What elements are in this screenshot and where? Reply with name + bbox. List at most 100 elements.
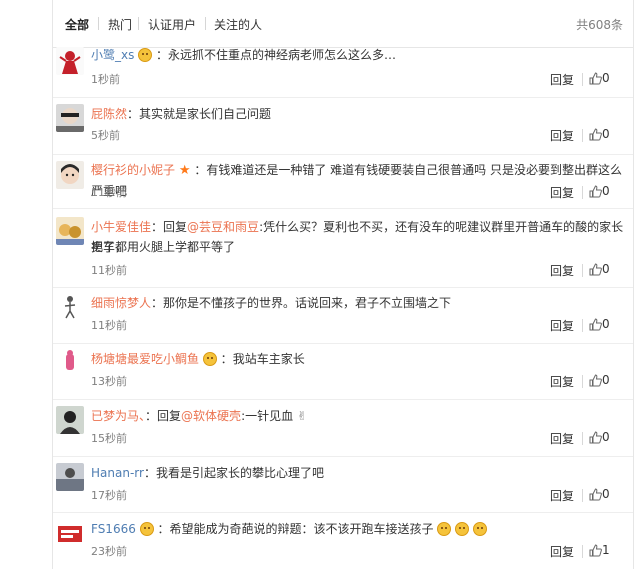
- comment-item: Hanan-rr：我看是引起家长的攀比心理了吧 17秒前 回复 0: [53, 456, 633, 513]
- username[interactable]: 杨塘塘最爱吃小鲷鱼: [91, 352, 199, 366]
- like-button[interactable]: 0: [589, 262, 615, 276]
- like-count: 0: [602, 71, 610, 85]
- smiley-emoji-icon: [455, 522, 470, 536]
- reply-button[interactable]: 回复: [550, 262, 574, 279]
- colon: ：: [194, 163, 207, 177]
- avatar[interactable]: [56, 161, 84, 189]
- comment-time: 1秒前: [91, 73, 120, 86]
- comment-time: 13秒前: [91, 375, 127, 388]
- username[interactable]: 樱行衫的小妮子: [91, 163, 175, 177]
- reply-button[interactable]: 回复: [550, 127, 574, 144]
- comment-text: 那你是不懂孩子的世界。话说回来，君子不立围墙之下: [163, 296, 452, 310]
- comment-item: FS1666 ：希望能成为奇葩说的辩题：该不该开跑车接送孩子 23秒前 回复 1: [53, 512, 633, 569]
- like-count: 0: [602, 317, 610, 331]
- reply-button[interactable]: 回复: [550, 71, 574, 88]
- like-count: 0: [602, 430, 610, 444]
- colon: ：: [220, 352, 233, 366]
- avatar[interactable]: [56, 292, 84, 320]
- like-button[interactable]: 0: [589, 430, 615, 444]
- tab-hot[interactable]: 热门: [108, 16, 132, 33]
- vip-badge-icon: [202, 352, 217, 366]
- username[interactable]: 细雨惊梦人: [91, 296, 151, 310]
- username[interactable]: 小鹭_xs: [91, 48, 134, 62]
- like-button[interactable]: 0: [589, 184, 615, 198]
- comment-item: 樱行衫的小妮子 ★ ：有钱难道还是一种错了 难道有钱硬要装自己很普通吗 只是没必…: [53, 154, 633, 209]
- reply-button[interactable]: 回复: [550, 317, 574, 334]
- thumbs-up-icon: [589, 431, 602, 444]
- colon: ：: [143, 466, 156, 480]
- thumbs-up-icon: [589, 318, 602, 331]
- thumbs-up-icon: [589, 544, 602, 557]
- tab-all[interactable]: 全部: [65, 16, 89, 33]
- comment-time: 15秒前: [91, 432, 127, 445]
- comment-text: 我看是引起家长的攀比心理了吧: [155, 466, 324, 480]
- reply-button[interactable]: 回复: [550, 430, 574, 447]
- like-button[interactable]: 0: [589, 373, 615, 387]
- thumbs-up-emoji-icon: ✌: [296, 409, 307, 423]
- comment-text: 其实就是家长们自己问题: [139, 107, 272, 121]
- mention-link[interactable]: @芸豆和雨豆: [187, 220, 259, 234]
- username[interactable]: Hanan-rr: [91, 466, 144, 480]
- like-count: 0: [602, 262, 610, 276]
- comment-item: 小鹭_xs ：永远抓不住重点的神经病老师怎么这么多… 1秒前 回复 0: [53, 47, 633, 98]
- avatar[interactable]: [56, 463, 84, 491]
- tab-divider: [98, 17, 99, 30]
- colon: ：: [157, 522, 170, 536]
- comment-text: 希望能成为奇葩说的辩题：该不该开跑车接送孩子: [169, 522, 434, 536]
- username[interactable]: 小牛爱佳佳: [91, 220, 151, 234]
- action-divider: [582, 489, 583, 502]
- like-button[interactable]: 0: [589, 71, 615, 85]
- thumbs-up-icon: [589, 185, 602, 198]
- like-button[interactable]: 0: [589, 317, 615, 331]
- star-badge-icon: ★: [178, 163, 191, 178]
- like-button[interactable]: 0: [589, 487, 615, 501]
- like-button[interactable]: 1: [589, 543, 615, 557]
- colon: ：: [156, 48, 169, 62]
- like-count: 1: [602, 543, 610, 557]
- comment-count: 共608条: [576, 18, 623, 32]
- like-button[interactable]: 0: [589, 127, 615, 141]
- username[interactable]: 已梦为马、: [91, 409, 145, 423]
- comment-item: 杨塘塘最爱吃小鲷鱼 ：我站车主家长 13秒前 回复 0: [53, 343, 633, 400]
- like-count: 0: [602, 127, 610, 141]
- avatar[interactable]: [56, 406, 84, 434]
- thumbs-up-icon: [589, 374, 602, 387]
- action-divider: [582, 73, 583, 86]
- comment-panel: 全部 热门 认证用户 关注的人 共608条 小鹭_xs ：永远抓不住重点的神经病…: [52, 0, 634, 569]
- action-divider: [582, 545, 583, 558]
- comment-time: 11秒前: [91, 186, 127, 199]
- avatar[interactable]: [56, 47, 84, 75]
- like-count: 0: [602, 373, 610, 387]
- comment-time: 11秒前: [91, 319, 127, 332]
- thumbs-up-icon: [589, 128, 602, 141]
- tab-divider: [205, 17, 206, 30]
- thumbs-up-icon: [589, 488, 602, 501]
- tab-following[interactable]: 关注的人: [214, 16, 262, 33]
- reply-button[interactable]: 回复: [550, 184, 574, 201]
- colon: ：: [151, 220, 164, 234]
- action-divider: [582, 129, 583, 142]
- avatar[interactable]: [56, 520, 84, 548]
- comment-text: 我站车主家长: [232, 352, 305, 366]
- mention-link[interactable]: @软体硬壳: [181, 409, 241, 423]
- comment-time: 23秒前: [91, 545, 127, 558]
- reply-button[interactable]: 回复: [550, 373, 574, 390]
- reply-button[interactable]: 回复: [550, 487, 574, 504]
- avatar[interactable]: [56, 217, 84, 245]
- vip-badge-icon: [139, 522, 154, 536]
- like-count: 0: [602, 184, 610, 198]
- avatar[interactable]: [56, 348, 84, 376]
- colon: ：: [151, 296, 164, 310]
- reply-button[interactable]: 回复: [550, 543, 574, 560]
- username[interactable]: FS1666: [91, 522, 136, 536]
- action-divider: [582, 264, 583, 277]
- comment-item: 细雨惊梦人：那你是不懂孩子的世界。话说回来，君子不立围墙之下 11秒前 回复 0: [53, 287, 633, 344]
- thumbs-up-icon: [589, 263, 602, 276]
- thumbs-up-icon: [589, 72, 602, 85]
- colon: ：: [127, 107, 140, 121]
- comment-time: 5秒前: [91, 129, 120, 142]
- username[interactable]: 屁陈然: [91, 107, 127, 121]
- avatar[interactable]: [56, 104, 84, 132]
- colon: ：: [145, 409, 158, 423]
- tab-verified-users[interactable]: 认证用户: [148, 16, 196, 33]
